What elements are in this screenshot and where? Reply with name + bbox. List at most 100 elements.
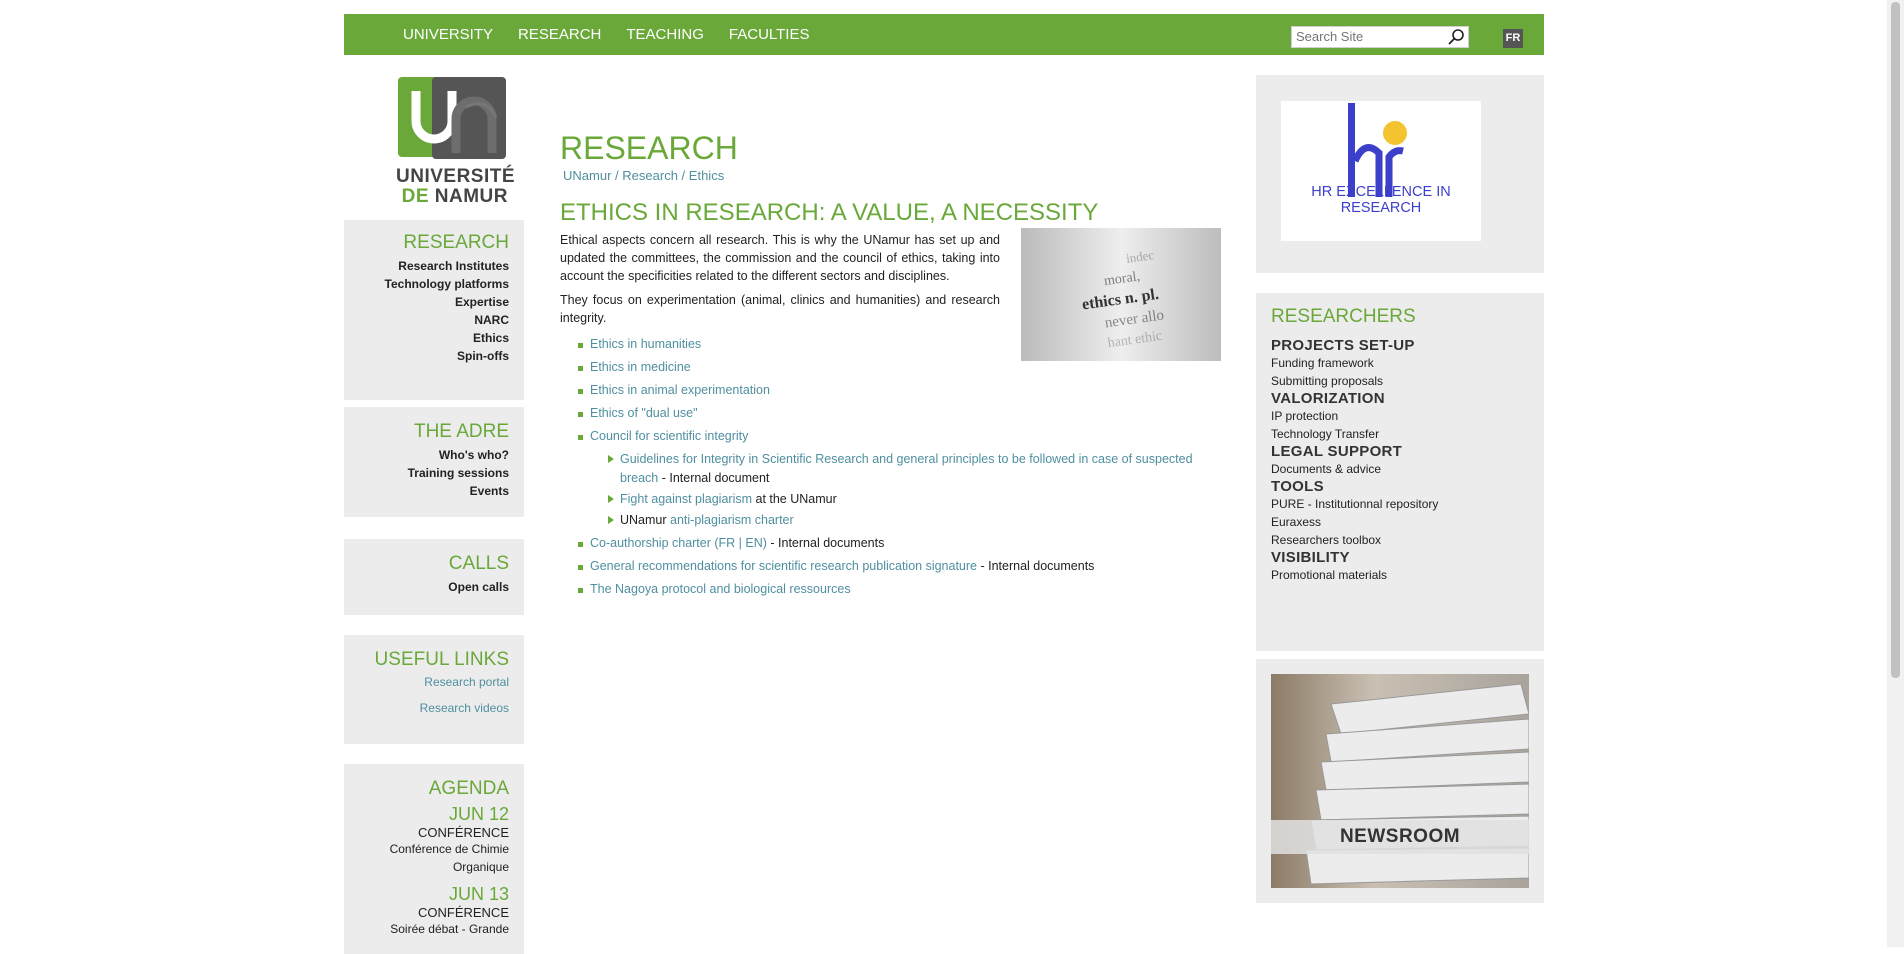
scrollbar-thumb[interactable] bbox=[1891, 2, 1900, 678]
sidebar-item-narc[interactable]: NARC bbox=[344, 311, 509, 329]
logo-text: UNIVERSITÉ DE NAMUR bbox=[396, 167, 515, 207]
link-technology-transfer[interactable]: Technology Transfer bbox=[1271, 425, 1529, 443]
sidebar-link-research-portal[interactable]: Research portal bbox=[344, 669, 509, 695]
agenda-date: JUN 12 bbox=[448, 804, 509, 824]
nav-teaching[interactable]: TEACHING bbox=[626, 26, 704, 43]
sidebar-item-research-institutes[interactable]: Research Institutes bbox=[344, 257, 509, 275]
list-note: - Internal documents bbox=[977, 559, 1095, 573]
hr-logo-icon bbox=[1348, 103, 1407, 197]
heading-projects-setup: PROJECTS SET-UP bbox=[1271, 337, 1415, 354]
sublist-prefix: UNamur bbox=[620, 513, 671, 527]
top-nav: UNIVERSITY RESEARCH TEACHING FACULTIES F… bbox=[344, 14, 1544, 55]
council-sublist: Guidelines for Integrity in Scientific R… bbox=[590, 450, 1220, 530]
sidebar-link-research-videos[interactable]: Research videos bbox=[344, 695, 509, 721]
heading-valorization: VALORIZATION bbox=[1271, 390, 1385, 407]
link-funding-framework[interactable]: Funding framework bbox=[1271, 354, 1529, 372]
newsroom-banner[interactable]: NEWSROOM bbox=[1271, 674, 1529, 888]
breadcrumb: UNamur / Research / Ethics bbox=[563, 168, 1220, 183]
sidebar-item-whos-who[interactable]: Who's who? bbox=[344, 446, 509, 464]
sidebar-agenda: AGENDA JUN 12 CONFÉRENCE Conférence de C… bbox=[344, 764, 524, 954]
breadcrumb-unamur[interactable]: UNamur bbox=[563, 168, 611, 183]
list-item: Ethics of "dual use" bbox=[578, 402, 1220, 425]
researchers-title: RESEARCHERS bbox=[1271, 306, 1416, 327]
sidebar-useful-links: USEFUL LINKS Research portal Research vi… bbox=[344, 635, 524, 744]
breadcrumb-ethics[interactable]: Ethics bbox=[689, 168, 724, 183]
sidebar-item-expertise[interactable]: Expertise bbox=[344, 293, 509, 311]
sublist-item: Fight against plagiarism at the UNamur bbox=[608, 490, 1220, 509]
main-content: RESEARCH UNamur / Research / Ethics ETHI… bbox=[560, 130, 1221, 601]
agenda-event[interactable]: JUN 12 CONFÉRENCE Conférence de Chimie O… bbox=[344, 804, 509, 876]
link-promotional-materials[interactable]: Promotional materials bbox=[1271, 566, 1529, 584]
link-ethics-animal[interactable]: Ethics in animal experimentation bbox=[590, 383, 770, 397]
heading-legal-support: LEGAL SUPPORT bbox=[1271, 443, 1403, 460]
breadcrumb-separator: / bbox=[681, 168, 686, 183]
researchers-panel: RESEARCHERS PROJECTS SET-UP Funding fram… bbox=[1256, 293, 1544, 651]
breadcrumb-research[interactable]: Research bbox=[622, 168, 678, 183]
unamur-logo[interactable]: UNIVERSITÉ DE NAMUR bbox=[396, 77, 515, 207]
link-documents-advice[interactable]: Documents & advice bbox=[1271, 460, 1529, 478]
sublist-item: UNamur anti-plagiarism charter bbox=[608, 511, 1220, 530]
link-anti-plagiarism-charter[interactable]: anti-plagiarism charter bbox=[670, 513, 794, 527]
focus-paragraph: They focus on experimentation (animal, c… bbox=[560, 293, 1000, 325]
link-council-integrity[interactable]: Council for scientific integrity bbox=[590, 429, 748, 443]
link-publication-signature[interactable]: General recommendations for scientific r… bbox=[590, 559, 977, 573]
hr-excellence-text: HR EXCELLENCE IN RESEARCH bbox=[1311, 184, 1451, 216]
link-coauthorship-charter[interactable]: Co-authorship charter (FR | EN) bbox=[590, 536, 767, 550]
list-item: Ethics in humanities bbox=[578, 333, 1220, 356]
sidebar-research-title: RESEARCH bbox=[403, 232, 509, 253]
link-nagoya-protocol[interactable]: The Nagoya protocol and biological resso… bbox=[590, 582, 851, 596]
search-icon[interactable] bbox=[1447, 28, 1465, 46]
breadcrumb-separator: / bbox=[615, 168, 619, 183]
nav-faculties[interactable]: FACULTIES bbox=[729, 26, 810, 43]
sidebar-item-spin-offs[interactable]: Spin-offs bbox=[344, 347, 509, 365]
agenda-title: Organique bbox=[452, 860, 509, 874]
search-input[interactable] bbox=[1292, 27, 1450, 45]
agenda-type: CONFÉRENCE bbox=[417, 825, 509, 840]
link-submitting-proposals[interactable]: Submitting proposals bbox=[1271, 372, 1529, 390]
list-item: Ethics in medicine bbox=[578, 356, 1220, 379]
intro-paragraph: Ethical aspects concern all research. Th… bbox=[560, 233, 1000, 283]
list-item: Co-authorship charter (FR | EN) - Intern… bbox=[578, 532, 1220, 555]
agenda-date: JUN 13 bbox=[448, 884, 509, 904]
sidebar-agenda-title: AGENDA bbox=[428, 778, 509, 799]
nav-university[interactable]: UNIVERSITY bbox=[403, 26, 493, 43]
link-ip-protection[interactable]: IP protection bbox=[1271, 407, 1529, 425]
newsroom-panel: NEWSROOM bbox=[1256, 659, 1544, 903]
agenda-event[interactable]: JUN 13 CONFÉRENCE Soirée débat - Grande bbox=[344, 884, 509, 938]
link-ethics-medicine[interactable]: Ethics in medicine bbox=[590, 360, 691, 374]
heading-tools: TOOLS bbox=[1271, 478, 1324, 495]
sublist-item: Guidelines for Integrity in Scientific R… bbox=[608, 450, 1220, 488]
sublist-note: at the UNamur bbox=[752, 492, 837, 506]
link-pure-repository[interactable]: PURE - Institutionnal repository bbox=[1271, 495, 1529, 513]
link-ethics-humanities[interactable]: Ethics in humanities bbox=[590, 337, 701, 351]
nav-research[interactable]: RESEARCH bbox=[518, 26, 601, 43]
hr-excellence-panel: HR EXCELLENCE IN RESEARCH bbox=[1256, 75, 1544, 273]
sidebar-adre-title: THE ADRE bbox=[413, 421, 509, 442]
link-fight-plagiarism[interactable]: Fight against plagiarism bbox=[620, 492, 752, 506]
sublist-note: - Internal document bbox=[658, 471, 770, 485]
sidebar-calls-title: CALLS bbox=[448, 553, 509, 574]
link-ethics-dual-use[interactable]: Ethics of "dual use" bbox=[590, 406, 698, 420]
language-switch-button[interactable]: FR bbox=[1503, 29, 1523, 48]
hr-excellence-logo[interactable]: HR EXCELLENCE IN RESEARCH bbox=[1281, 101, 1481, 241]
sidebar-item-training-sessions[interactable]: Training sessions bbox=[344, 464, 509, 482]
scrollbar[interactable] bbox=[1887, 0, 1904, 947]
logo-line2: DE NAMUR bbox=[396, 187, 508, 207]
link-euraxess[interactable]: Euraxess bbox=[1271, 513, 1529, 531]
sidebar-item-events[interactable]: Events bbox=[344, 482, 509, 500]
sidebar-adre: THE ADRE Who's who? Training sessions Ev… bbox=[344, 407, 524, 517]
logo-line2a: DE bbox=[401, 186, 429, 207]
list-note: - Internal documents bbox=[766, 536, 885, 550]
sidebar-item-technology-platforms[interactable]: Technology platforms bbox=[344, 275, 509, 293]
newsroom-label: NEWSROOM bbox=[1271, 820, 1529, 854]
link-researchers-toolbox[interactable]: Researchers toolbox bbox=[1271, 531, 1529, 549]
agenda-title: Conférence de Chimie bbox=[389, 842, 509, 856]
heading-visibility: VISIBILITY bbox=[1271, 549, 1350, 566]
sidebar-item-ethics[interactable]: Ethics bbox=[344, 329, 509, 347]
sidebar-research: RESEARCH Research Institutes Technology … bbox=[344, 220, 524, 400]
list-item: Council for scientific integrity Guideli… bbox=[578, 425, 1220, 530]
page-title: RESEARCH bbox=[560, 130, 738, 166]
logo-line2b: NAMUR bbox=[434, 186, 508, 207]
sidebar-item-open-calls[interactable]: Open calls bbox=[344, 578, 509, 596]
main-menu: UNIVERSITY RESEARCH TEACHING FACULTIES bbox=[403, 14, 834, 55]
